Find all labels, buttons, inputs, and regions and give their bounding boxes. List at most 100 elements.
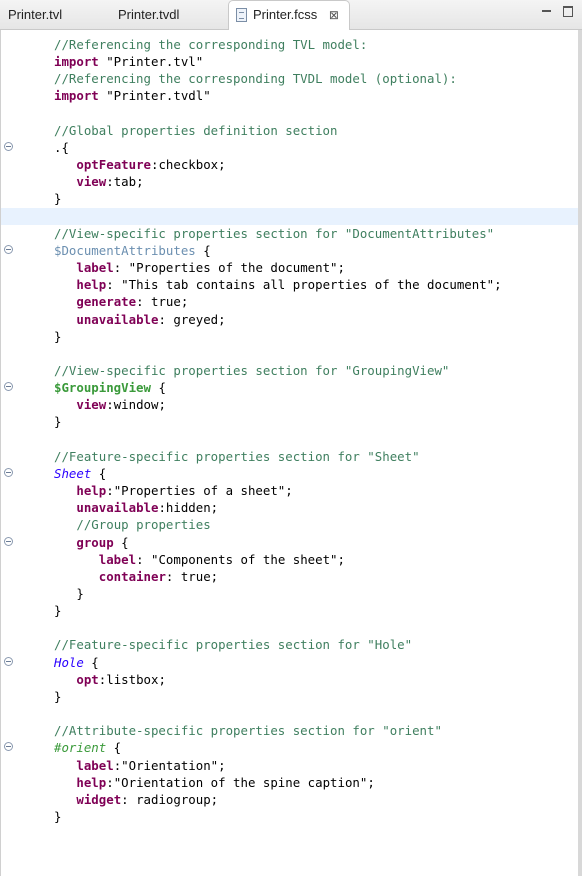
code-token: label (98, 551, 137, 567)
code-line[interactable]: label: "Properties of the document"; (1, 259, 578, 276)
code-line[interactable] (1, 207, 578, 225)
fold-toggle-icon[interactable] (4, 656, 13, 666)
code-line[interactable]: label:"Orientation"; (1, 757, 578, 774)
code-line[interactable]: container: true; (1, 568, 578, 585)
code-line[interactable] (1, 431, 578, 448)
code-token: : true; (165, 568, 219, 584)
code-token: $DocumentAttributes (54, 242, 196, 258)
code-line[interactable] (1, 619, 578, 636)
code-token: widget (76, 791, 122, 807)
tab-printer-fcss[interactable]: Printer.fcss ⊠ (228, 0, 350, 30)
code-line[interactable]: import "Printer.tvdl" (1, 87, 578, 104)
code-token: help (76, 277, 107, 293)
code-line[interactable]: //Referencing the corresponding TVL mode… (1, 36, 578, 53)
code-line[interactable]: optFeature:checkbox; (1, 156, 578, 173)
code-line[interactable]: //View-specific properties section for "… (1, 362, 578, 379)
code-token: :checkbox; (151, 157, 226, 173)
code-token: //Referencing the corresponding TVDL mod… (54, 71, 457, 87)
code-line[interactable]: } (1, 808, 578, 825)
code-token: :"Orientation of the spine caption"; (106, 774, 375, 790)
code-token: "Printer.tvdl" (98, 88, 211, 104)
code-line[interactable]: } (1, 688, 578, 705)
code-line[interactable] (1, 705, 578, 722)
code-line[interactable]: label: "Components of the sheet"; (1, 551, 578, 568)
code-line[interactable]: } (1, 328, 578, 345)
code-line[interactable] (1, 105, 578, 122)
code-line[interactable]: help:"Properties of a sheet"; (1, 482, 578, 499)
code-token: { (113, 534, 129, 550)
code-line[interactable]: opt:listbox; (1, 671, 578, 688)
fold-toggle-icon[interactable] (4, 244, 13, 254)
code-line[interactable]: $DocumentAttributes { (1, 242, 578, 259)
tab-label: Printer.tvl (8, 7, 63, 22)
code-line[interactable]: .{ (1, 139, 578, 156)
code-line[interactable]: //Referencing the corresponding TVDL mod… (1, 70, 578, 87)
code-line[interactable]: Hole { (1, 654, 578, 671)
code-line[interactable]: //Feature-specific properties section fo… (1, 448, 578, 465)
code-line[interactable]: } (1, 413, 578, 430)
code-token: :"Properties of a sheet"; (106, 483, 293, 499)
code-line[interactable]: } (1, 190, 578, 207)
code-token: .{ (54, 139, 69, 155)
tab-printer-tvdl[interactable]: Printer.tvdl (118, 0, 179, 30)
code-token: unavailable (76, 500, 159, 516)
code-line[interactable]: help:"Orientation of the spine caption"; (1, 774, 578, 791)
code-token: //Feature-specific properties section fo… (54, 448, 420, 464)
code-token: :hidden; (158, 500, 219, 516)
code-token: { (91, 465, 107, 481)
code-line[interactable]: //Attribute-specific properties section … (1, 722, 578, 739)
code-line[interactable]: } (1, 602, 578, 619)
code-token: label (76, 757, 114, 773)
code-line[interactable]: help: "This tab contains all properties … (1, 276, 578, 293)
code-line[interactable]: Sheet { (1, 465, 578, 482)
code-line[interactable]: //View-specific properties section for "… (1, 225, 578, 242)
tab-printer-tvl[interactable]: Printer.tvl (8, 0, 62, 30)
code-line[interactable]: } (1, 585, 578, 602)
fold-toggle-icon[interactable] (4, 742, 13, 752)
code-token: :tab; (106, 174, 144, 190)
code-token: //Global properties definition section (54, 122, 338, 138)
code-token: opt (76, 671, 99, 687)
code-token: } (54, 688, 62, 704)
code-token: view (76, 397, 107, 413)
code-line[interactable]: unavailable:hidden; (1, 499, 578, 516)
code-line[interactable]: view:window; (1, 396, 578, 413)
code-editor[interactable]: //Referencing the corresponding TVL mode… (0, 30, 578, 876)
code-token: //Referencing the corresponding TVL mode… (54, 37, 368, 52)
fold-toggle-icon[interactable] (4, 141, 13, 151)
fold-toggle-icon[interactable] (4, 536, 13, 546)
vertical-scrollbar[interactable] (578, 30, 582, 876)
code-line[interactable] (1, 345, 578, 362)
code-line[interactable]: import "Printer.tvl" (1, 53, 578, 70)
code-token: group (76, 534, 114, 550)
code-line[interactable]: //Group properties (1, 516, 578, 533)
code-token: unavailable (76, 311, 159, 327)
code-line[interactable]: //Feature-specific properties section fo… (1, 636, 578, 653)
code-line[interactable]: view:tab; (1, 173, 578, 190)
code-token: : "Properties of the document"; (113, 260, 345, 276)
code-line[interactable]: #orient { (1, 739, 578, 756)
close-tab-icon[interactable]: ⊠ (329, 8, 339, 22)
code-line[interactable]: generate: true; (1, 293, 578, 310)
code-token: "Printer.tvl" (98, 54, 204, 70)
code-line[interactable]: //Global properties definition section (1, 122, 578, 139)
code-area[interactable]: //Referencing the corresponding TVL mode… (1, 36, 578, 825)
code-token: #orient (54, 740, 107, 756)
code-line[interactable]: $GroupingView { (1, 379, 578, 396)
code-token: optFeature (76, 157, 151, 173)
fold-toggle-icon[interactable] (4, 467, 13, 477)
code-line[interactable]: group { (1, 534, 578, 551)
code-line[interactable]: unavailable: greyed; (1, 311, 578, 328)
code-token: generate (76, 294, 137, 310)
fold-toggle-icon[interactable] (4, 382, 13, 392)
code-token: : "Components of the sheet"; (136, 551, 345, 567)
code-token: //Attribute-specific properties section … (54, 723, 442, 739)
code-line[interactable]: widget: radiogroup; (1, 791, 578, 808)
